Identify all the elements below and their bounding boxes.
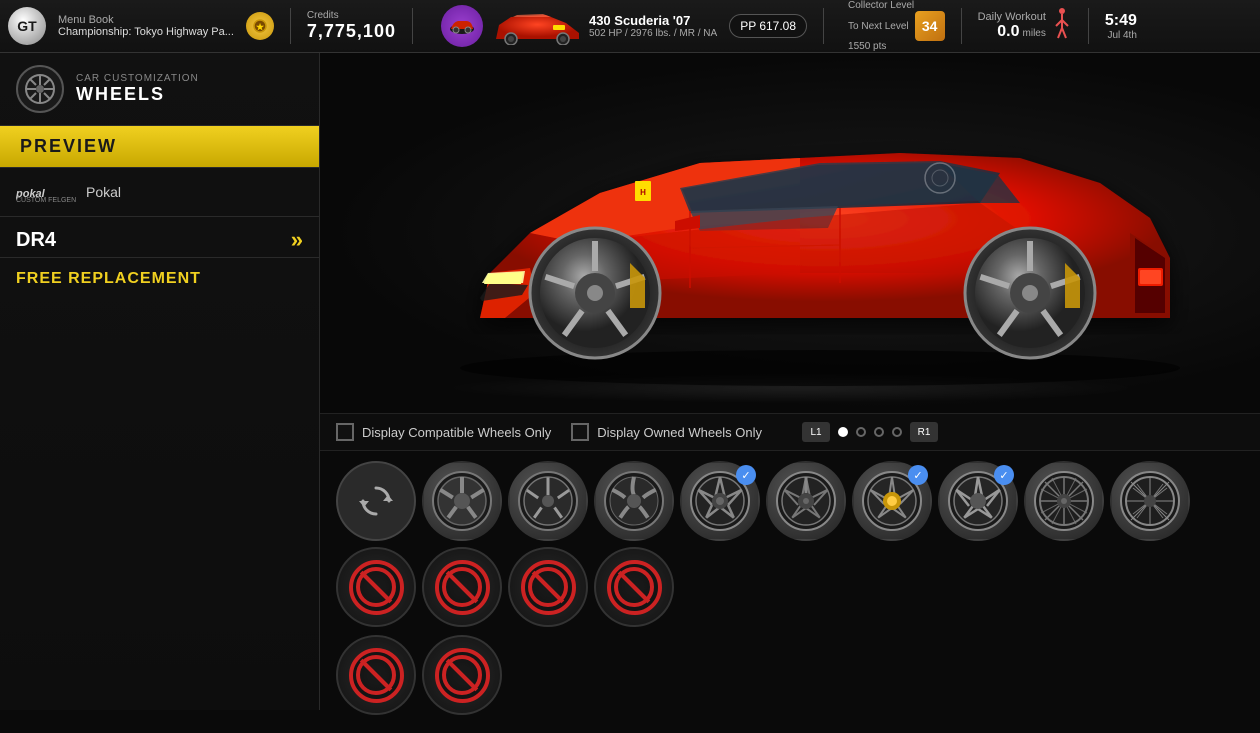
- menu-book-title: Menu Book: [58, 14, 234, 26]
- compatible-wheels-checkbox[interactable]: Display Compatible Wheels Only: [336, 423, 551, 441]
- wheels-area: ✓: [320, 451, 1260, 733]
- cust-label: CAR CUSTOMIZATION: [76, 73, 199, 84]
- daily-workout-value: 0.0: [997, 23, 1019, 41]
- menu-book-sub: Championship: Tokyo Highway Pa...: [58, 26, 234, 38]
- customization-header: CAR CUSTOMIZATION WHEELS: [0, 53, 319, 126]
- wheels-row-2: [336, 635, 1244, 715]
- owned-wheels-checkbox[interactable]: Display Owned Wheels Only: [571, 423, 762, 441]
- daily-workout-title: Daily Workout: [978, 11, 1046, 23]
- date-display: Jul 4th: [1107, 30, 1136, 41]
- championship-icon[interactable]: ★: [246, 12, 274, 40]
- l1-nav-button[interactable]: L1: [802, 422, 830, 442]
- collector-level: 34: [915, 11, 945, 41]
- car-thumbnail: [491, 7, 581, 45]
- brand-section: pokal CUSTOM FELGEN Pokal: [0, 168, 319, 217]
- wheel-locked[interactable]: [422, 635, 502, 715]
- pp-badge: PP 617.08: [729, 14, 807, 38]
- collector-block: Collector Level To Next Level 34 1550 pt…: [848, 0, 945, 52]
- credits-label: Credits: [307, 10, 396, 21]
- gt-logo: GT: [8, 7, 46, 45]
- svg-text:★: ★: [256, 22, 265, 32]
- credits-value: 7,775,100: [307, 21, 396, 42]
- wheel-item[interactable]: [422, 461, 502, 541]
- model-name: DR4: [16, 229, 56, 252]
- wheel-locked[interactable]: [422, 547, 502, 627]
- wheel-item[interactable]: ✓: [680, 461, 760, 541]
- no-entry-icon: [349, 648, 404, 703]
- wheel-selected-check: ✓: [994, 465, 1014, 485]
- left-panel: CAR CUSTOMIZATION WHEELS PREVIEW pokal C…: [0, 53, 320, 710]
- svg-text:H: H: [640, 188, 646, 197]
- time-block: 5:49 Jul 4th: [1105, 12, 1137, 41]
- credits-block: Credits 7,775,100: [307, 10, 396, 42]
- compatible-wheels-label: Display Compatible Wheels Only: [362, 425, 551, 440]
- car-info: 430 Scuderia '07 502 HP / 2976 lbs. / MR…: [589, 13, 717, 39]
- no-entry-icon: [435, 648, 490, 703]
- filter-bar: Display Compatible Wheels Only Display O…: [320, 413, 1260, 451]
- right-area: H: [320, 53, 1260, 710]
- collector-pts: 1550 pts: [848, 41, 945, 52]
- pokal-logo: pokal CUSTOM FELGEN: [16, 182, 76, 202]
- svg-text:CUSTOM FELGEN: CUSTOM FELGEN: [16, 197, 76, 202]
- top-bar: GT Menu Book Championship: Tokyo Highway…: [0, 0, 1260, 53]
- wheel-item[interactable]: ✓: [852, 461, 932, 541]
- car-preview: H: [320, 53, 1260, 413]
- daily-workout-unit: miles: [1023, 28, 1046, 39]
- no-entry-icon: [521, 560, 576, 615]
- daily-workout-block: Daily Workout 0.0 miles: [978, 8, 1072, 44]
- preview-button[interactable]: PREVIEW: [0, 126, 319, 168]
- r1-nav-button[interactable]: R1: [910, 422, 938, 442]
- wheel-locked[interactable]: [336, 635, 416, 715]
- car-name: 430 Scuderia '07: [589, 13, 717, 28]
- no-entry-icon: [435, 560, 490, 615]
- car-specs: 502 HP / 2976 lbs. / MR / NA: [589, 28, 717, 39]
- model-navigate-icon[interactable]: »: [291, 227, 303, 253]
- wheel-selected-check: ✓: [736, 465, 756, 485]
- model-row: DR4 »: [0, 217, 319, 258]
- page-dot-1[interactable]: [838, 427, 848, 437]
- refresh-wheel-button[interactable]: [336, 461, 416, 541]
- owned-checkbox-box[interactable]: [571, 423, 589, 441]
- wheel-item[interactable]: [1024, 461, 1104, 541]
- wheel-item[interactable]: [766, 461, 846, 541]
- runner-icon: [1052, 8, 1072, 44]
- collector-to-next: To Next Level: [848, 21, 909, 32]
- time-display: 5:49: [1105, 12, 1137, 30]
- wheel-item[interactable]: [508, 461, 588, 541]
- wheel-item[interactable]: [1110, 461, 1190, 541]
- wheel-selected-check: ✓: [908, 465, 928, 485]
- no-entry-icon: [607, 560, 662, 615]
- car-icon-block: 430 Scuderia '07 502 HP / 2976 lbs. / MR…: [441, 5, 717, 47]
- wheel-locked[interactable]: [594, 547, 674, 627]
- cust-title: WHEELS: [76, 84, 199, 105]
- collector-title: Collector Level: [848, 0, 945, 11]
- page-dot-2[interactable]: [856, 427, 866, 437]
- car-type-icon: [441, 5, 483, 47]
- page-dot-3[interactable]: [874, 427, 884, 437]
- main-area: CAR CUSTOMIZATION WHEELS PREVIEW pokal C…: [0, 53, 1260, 710]
- page-navigation: L1 R1: [802, 422, 938, 442]
- menu-book-info: Menu Book Championship: Tokyo Highway Pa…: [58, 14, 234, 38]
- wheel-locked[interactable]: [508, 547, 588, 627]
- free-replacement-label: FREE REPLACEMENT: [0, 258, 319, 300]
- compatible-checkbox-box[interactable]: [336, 423, 354, 441]
- wheel-locked[interactable]: [336, 547, 416, 627]
- wheel-item[interactable]: [594, 461, 674, 541]
- brand-label: Pokal: [86, 184, 121, 200]
- no-entry-icon: [349, 560, 404, 615]
- page-dot-4[interactable]: [892, 427, 902, 437]
- wheel-header-icon: [16, 65, 64, 113]
- wheel-item[interactable]: ✓: [938, 461, 1018, 541]
- wheels-row-1: ✓: [336, 461, 1244, 627]
- owned-wheels-label: Display Owned Wheels Only: [597, 425, 762, 440]
- car-preview-image: H: [380, 73, 1200, 393]
